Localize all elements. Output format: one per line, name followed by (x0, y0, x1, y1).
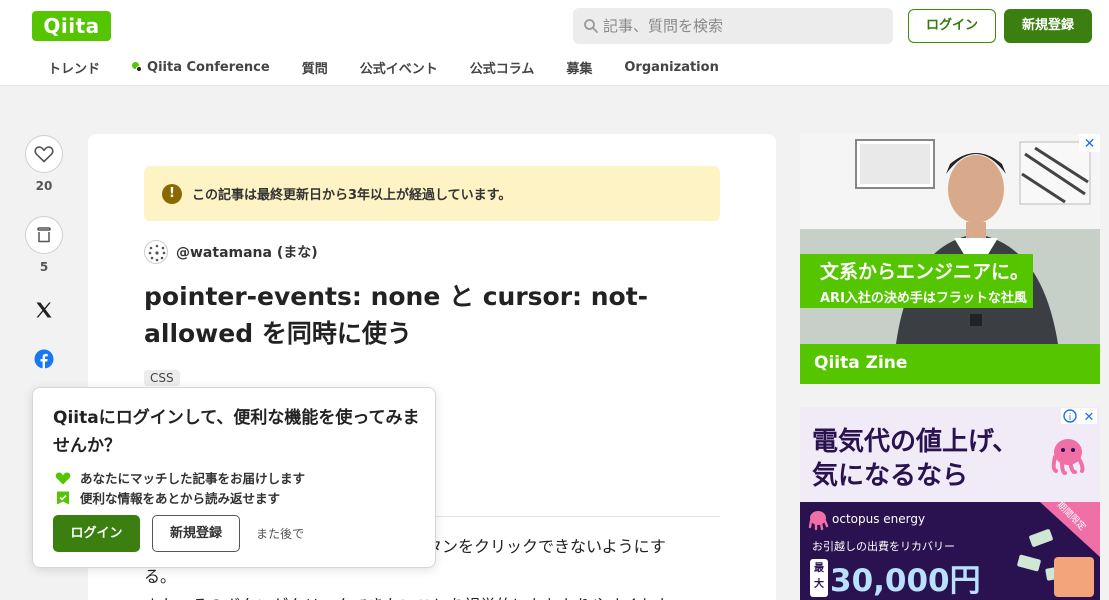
search-icon (584, 19, 598, 33)
x-icon (36, 302, 52, 318)
ad1-sub: ARI入社の決め手はフラットな社風 (820, 291, 1027, 306)
author-avatar (144, 240, 168, 264)
popup-register-button[interactable]: 新規登録 (152, 515, 240, 552)
site-header: Qiita ログイン 新規登録 トレンド Qiita Conference 質問… (0, 0, 1109, 86)
search-input[interactable] (603, 8, 883, 44)
ad-banner-qiita-zine[interactable]: ✕ 文系からエンジニアに。 ARI入社の決め手はフラットな社風 Qiita Zi… (800, 134, 1100, 384)
like-button[interactable] (25, 135, 63, 173)
stock-icon (37, 227, 51, 243)
nav-official-columns[interactable]: 公式コラム (470, 58, 535, 77)
info-icon: ! (162, 183, 182, 204)
conference-icon (132, 61, 143, 73)
tag-css[interactable]: CSS (144, 370, 180, 386)
stock-check-icon (57, 491, 69, 504)
nav-qiita-conference[interactable]: Qiita Conference (132, 60, 270, 75)
benefit-row-1: あなたにマッチした記事をお届けします (55, 468, 305, 487)
like-action: 20 (24, 135, 64, 193)
body-line-1: タンをクリックできないようにす (426, 537, 666, 556)
stock-action: 5 (24, 216, 64, 274)
ad2-headline-1: 電気代の値上げ、 (812, 427, 1019, 457)
ad-banner-octopus-energy[interactable]: i ✕ 電気代の値上げ、 気になるなら octopus energy お引越しの… (800, 407, 1100, 600)
nav-official-events[interactable]: 公式イベント (360, 58, 438, 77)
nav-organization[interactable]: Organization (624, 60, 718, 75)
heart-icon (55, 471, 71, 484)
ad1-headline: 文系からエンジニアに。 (820, 261, 1030, 283)
share-facebook[interactable] (24, 349, 64, 373)
author-name: @watamana (まな) (176, 245, 318, 261)
nav-questions[interactable]: 質問 (302, 58, 328, 77)
popup-login-button[interactable]: ログイン (53, 515, 140, 552)
avatar-pattern-icon (148, 244, 166, 262)
register-button[interactable]: 新規登録 (1004, 9, 1092, 43)
ad2-headline-2: 気になるなら (812, 461, 969, 491)
ad1-brand: Qiita Zine (814, 353, 908, 373)
ad2-badge: 最 大 (813, 561, 825, 593)
benefit-text-2: 便利な情報をあとから読み返せます (80, 491, 281, 506)
ad2-amount: 30,000円 (830, 563, 981, 599)
facebook-icon (34, 349, 54, 369)
popup-later-link[interactable]: また後で (256, 525, 304, 542)
svg-text:✕: ✕ (1084, 410, 1095, 425)
ad2-badge-top: 最 (814, 563, 824, 574)
search-box[interactable] (573, 8, 893, 44)
share-x[interactable] (24, 300, 64, 324)
nav-qiita-conference-label: Qiita Conference (147, 59, 270, 75)
login-prompt-popup: Qiitaにログインして、便利な機能を使ってみませんか？ あなたにマッチした記事… (32, 387, 436, 568)
qiita-logo[interactable]: Qiita (32, 11, 111, 41)
ad2-text: お引越しの出費をリカバリー (812, 540, 955, 553)
outdated-notice: ! この記事は最終更新日から3年以上が経過しています。 (144, 166, 720, 221)
outdated-notice-text: この記事は最終更新日から3年以上が経過しています。 (192, 188, 512, 203)
benefit-text-1: あなたにマッチした記事をお届けします (80, 471, 306, 486)
author[interactable]: @watamana (まな) (144, 240, 318, 264)
stock-button[interactable] (25, 216, 63, 254)
ad2-brand: octopus energy (832, 512, 926, 526)
ad2-badge-bottom: 大 (814, 579, 824, 590)
body-line-3: また、そのボタンがクリックできないことを視覚的にもわかりやすくした (144, 590, 704, 600)
like-count: 20 (35, 179, 53, 193)
nav-trend[interactable]: トレンド (48, 58, 100, 77)
nav-recruitment[interactable]: 募集 (566, 58, 592, 77)
close-ad-icon: ✕ (1084, 136, 1096, 152)
benefit-row-2: 便利な情報をあとから読み返せます (55, 488, 280, 507)
login-button[interactable]: ログイン (908, 9, 996, 43)
article-title: pointer-events: none と cursor: not-allow… (144, 282, 649, 348)
svg-text:i: i (1069, 413, 1072, 423)
stock-count: 5 (39, 260, 49, 274)
heart-icon (34, 146, 54, 163)
login-prompt-title: Qiitaにログインして、便利な機能を使ってみませんか？ (53, 408, 420, 456)
main-nav: トレンド Qiita Conference 質問 公式イベント 公式コラム 募集… (32, 54, 735, 80)
